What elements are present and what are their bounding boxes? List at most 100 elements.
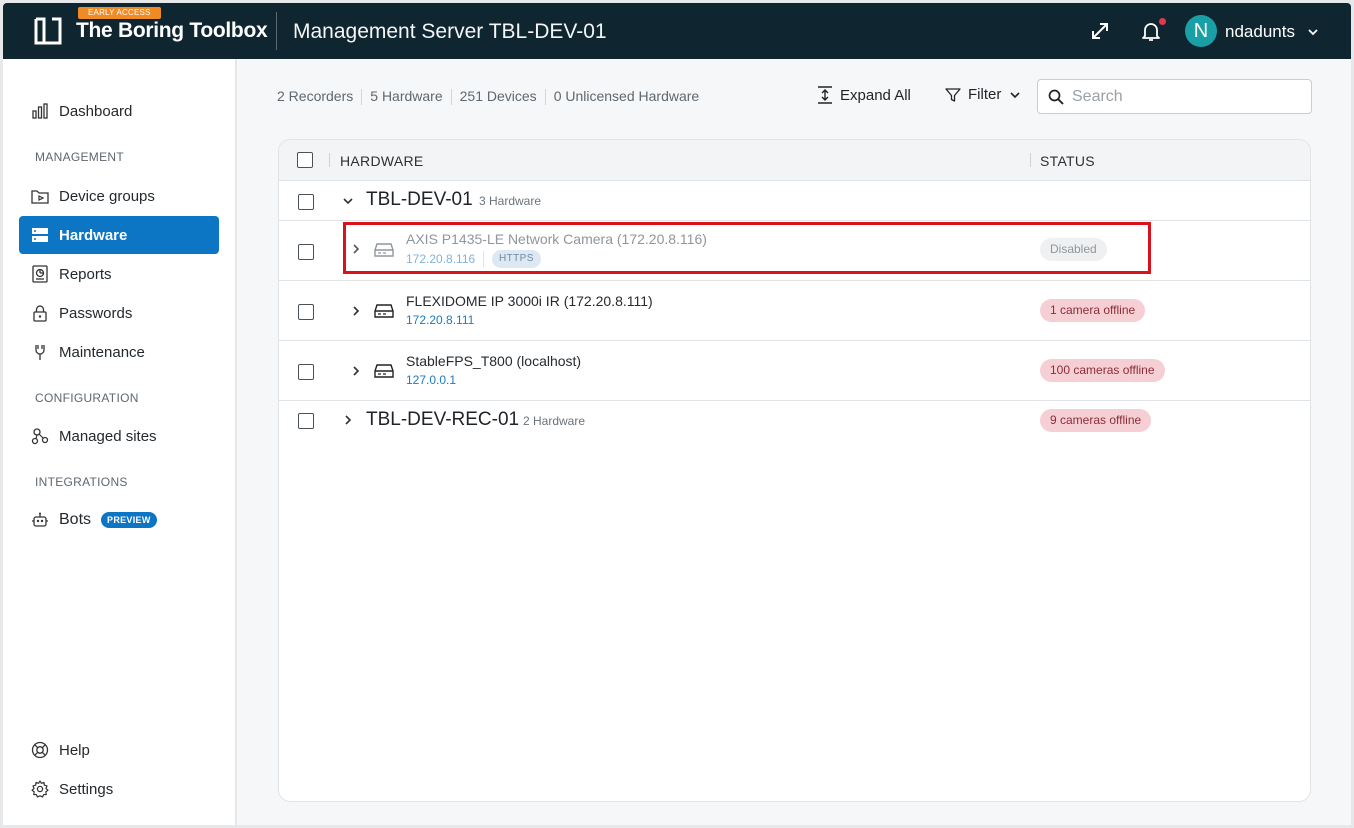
group-row[interactable]: TBL-DEV-REC-01 2 Hardware 9 cameras offl… [279,401,1310,441]
lifebuoy-icon [31,741,49,759]
chevron-right-icon[interactable] [349,242,363,256]
expand-all-label: Expand All [840,86,911,104]
stat-unlicensed: 0 Unlicensed Hardware [553,88,700,104]
chevron-down-icon[interactable] [341,194,355,208]
sidebar-item-label: Maintenance [59,343,145,361]
row-checkbox[interactable] [298,364,314,380]
ip-divider [483,251,484,267]
filter-button[interactable]: Filter [945,86,1021,103]
sidebar-item-label: Managed sites [59,427,157,445]
sidebar-item-dashboard[interactable]: Dashboard [19,92,219,130]
column-header-hardware[interactable]: HARDWARE [340,153,424,169]
chevron-down-icon[interactable] [1306,25,1320,39]
row-checkbox[interactable] [298,244,314,260]
wrench-icon [31,343,49,361]
table-row[interactable]: AXIS P1435-LE Network Camera (172.20.8.1… [279,221,1310,281]
hardware-name[interactable]: StableFPS_T800 (localhost) [406,353,581,369]
row-checkbox[interactable] [298,413,314,429]
header-divider [276,12,277,50]
search-icon [1048,89,1064,105]
section-label-integrations: INTEGRATIONS [35,475,128,489]
row-checkbox[interactable] [298,304,314,320]
gear-icon [31,780,49,798]
sidebar-item-settings[interactable]: Settings [19,770,219,808]
hardware-ip-link[interactable]: 172.20.8.111 [406,313,474,327]
bar-chart-icon [31,102,49,120]
table-header: HARDWARE STATUS [279,140,1310,181]
https-tag: HTTPS [492,250,541,268]
sidebar-item-label: Dashboard [59,102,133,120]
search-box[interactable] [1037,79,1312,114]
row-checkbox[interactable] [298,194,314,210]
column-divider [1030,153,1031,167]
group-name: TBL-DEV-REC-01 [366,409,520,430]
chevron-right-icon[interactable] [349,364,363,378]
preview-badge: PREVIEW [101,512,157,528]
stat-devices: 251 Devices [459,88,537,104]
group-name: TBL-DEV-01 [366,189,473,210]
hardware-ip-link[interactable]: 172.20.8.116 [406,252,475,266]
sidebar-item-managed-sites[interactable]: Managed sites [19,417,219,455]
main-content: 2 Recorders 5 Hardware 251 Devices 0 Unl… [237,59,1351,825]
stat-recorders: 2 Recorders [277,88,354,104]
sidebar-item-reports[interactable]: Reports [19,255,219,293]
column-header-status[interactable]: STATUS [1040,153,1095,169]
hardware-device-icon [374,243,394,257]
stat-divider [450,89,452,105]
server-icon [31,226,49,244]
chevron-right-icon[interactable] [341,413,355,427]
expand-all-button[interactable]: Expand All [817,86,911,104]
filter-label: Filter [968,86,1002,103]
section-label-configuration: CONFIGURATION [35,391,139,405]
status-badge: 1 camera offline [1040,299,1146,322]
hardware-device-icon [374,304,394,318]
sidebar-item-maintenance[interactable]: Maintenance [19,333,219,371]
sidebar-item-device-groups[interactable]: Device groups [19,177,219,215]
sidebar-item-label: Settings [59,780,114,798]
stat-divider [361,89,363,105]
folder-video-icon [31,187,49,205]
sidebar-item-label: Reports [59,265,112,283]
group-count: 3 Hardware [479,194,542,208]
hardware-ip-link[interactable]: 127.0.0.1 [406,373,456,387]
status-badge: Disabled [1040,238,1107,261]
sidebar-item-label: Bots [59,511,92,528]
sidebar-item-bots[interactable]: Bots PREVIEW [19,501,219,539]
section-label-management: MANAGEMENT [35,150,125,164]
status-badge: 100 cameras offline [1040,359,1165,382]
table-row[interactable]: FLEXIDOME IP 3000i IR (172.20.8.111) 172… [279,281,1310,341]
username[interactable]: ndadunts [1225,22,1295,42]
hardware-device-icon [374,364,394,378]
notification-dot [1159,18,1166,25]
select-all-checkbox[interactable] [297,152,313,168]
sidebar-item-passwords[interactable]: Passwords [19,294,219,332]
server-title: Management Server TBL-DEV-01 [293,20,607,43]
expand-vertical-icon [818,86,832,104]
sidebar-item-hardware[interactable]: Hardware [19,216,219,254]
hardware-name[interactable]: AXIS P1435-LE Network Camera (172.20.8.1… [406,231,707,247]
group-count: 2 Hardware [523,414,586,428]
sidebar: Dashboard MANAGEMENT Device groups Hardw… [3,59,236,825]
stat-divider [544,89,546,105]
stats-bar: 2 Recorders 5 Hardware 251 Devices 0 Unl… [277,88,699,105]
avatar[interactable]: N [1185,15,1217,47]
table-row[interactable]: StableFPS_T800 (localhost) 127.0.0.1 100… [279,341,1310,401]
app-logo-icon [34,17,62,45]
top-bar: EARLY ACCESS The Boring Toolbox Manageme… [3,3,1351,59]
fullscreen-icon[interactable] [1088,19,1112,43]
sidebar-item-label: Hardware [59,226,128,244]
chevron-down-icon [1010,91,1020,98]
early-access-badge: EARLY ACCESS [78,7,161,19]
hardware-name[interactable]: FLEXIDOME IP 3000i IR (172.20.8.111) [406,293,653,309]
column-divider [329,153,330,167]
sidebar-item-label: Device groups [59,187,155,205]
group-row[interactable]: TBL-DEV-01 3 Hardware [279,181,1310,221]
sidebar-item-help[interactable]: Help [19,731,219,769]
lock-icon [31,304,49,322]
search-input[interactable] [1072,87,1292,106]
sidebar-item-label: Help [59,741,90,759]
app-title[interactable]: The Boring Toolbox [76,19,268,43]
report-icon [31,265,49,283]
chevron-right-icon[interactable] [349,304,363,318]
robot-icon [31,511,49,529]
